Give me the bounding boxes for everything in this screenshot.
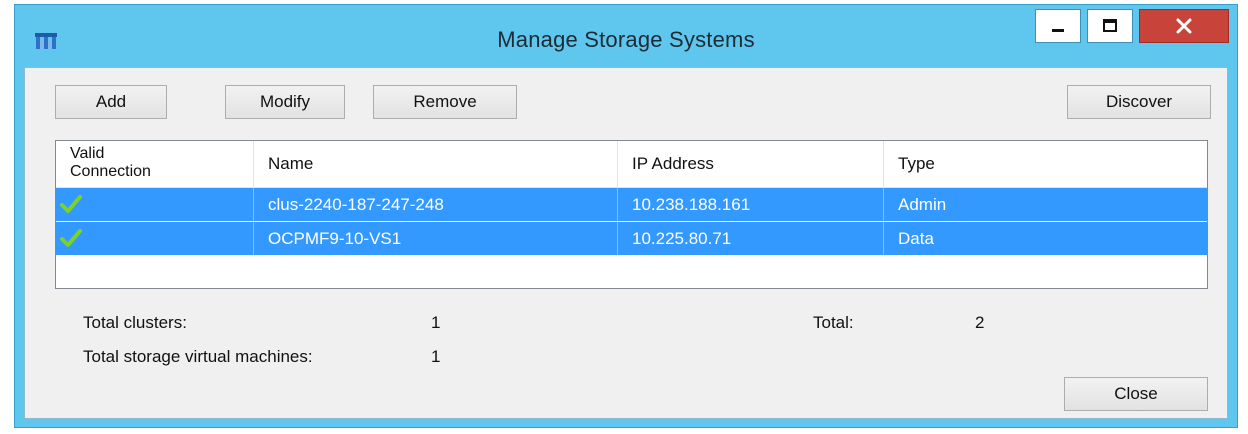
dialog-body: Add Modify Remove Discover Valid Connect… <box>24 67 1228 419</box>
discover-button[interactable]: Discover <box>1067 85 1211 119</box>
column-header-name-label: Name <box>268 154 314 173</box>
close-button[interactable]: Close <box>1064 377 1208 411</box>
total-clusters-label: Total clusters: <box>83 313 187 332</box>
valid-connection-cell <box>56 222 254 255</box>
total-label: Total: <box>813 313 854 332</box>
add-button[interactable]: Add <box>55 85 167 119</box>
total-svms-value: 1 <box>431 347 441 366</box>
total-svms-label: Total storage virtual machines: <box>83 347 313 366</box>
remove-button[interactable]: Remove <box>373 85 517 119</box>
ip-address-cell: 10.225.80.71 <box>618 222 884 255</box>
title-bar[interactable]: Manage Storage Systems <box>15 5 1237 67</box>
column-header-valid-line2: Connection <box>70 163 151 180</box>
minimize-button[interactable] <box>1035 9 1081 43</box>
type-cell: Data <box>898 229 934 248</box>
column-header-type[interactable]: Type <box>884 141 1207 187</box>
name-cell: OCPMF9-10-VS1 <box>254 222 618 255</box>
name-cell: clus-2240-187-247-248 <box>254 188 618 221</box>
close-icon <box>1176 18 1192 34</box>
minimize-icon <box>1052 29 1064 32</box>
modify-button[interactable]: Modify <box>225 85 345 119</box>
close-window-button[interactable] <box>1139 9 1229 43</box>
table-row[interactable]: clus-2240-187-247-248 10.238.188.161 Adm… <box>56 188 1207 221</box>
column-header-name[interactable]: Name <box>254 141 618 187</box>
column-header-ip-address[interactable]: IP Address <box>618 141 884 187</box>
column-header-valid-connection[interactable]: Valid Connection <box>56 141 254 187</box>
check-icon <box>60 229 82 247</box>
table-row[interactable]: OCPMF9-10-VS1 10.225.80.71 Data <box>56 222 1207 255</box>
column-header-valid-line1: Valid <box>70 145 105 162</box>
column-header-ip-label: IP Address <box>632 154 714 173</box>
valid-connection-cell <box>56 188 254 221</box>
total-value: 2 <box>975 313 985 332</box>
check-icon <box>60 195 82 213</box>
total-clusters-value: 1 <box>431 313 441 332</box>
storage-systems-table[interactable]: Valid Connection Name IP Address Type cl… <box>55 140 1208 289</box>
maximize-icon <box>1103 19 1117 32</box>
ip-address-cell: 10.238.188.161 <box>618 188 884 221</box>
manage-storage-systems-window: Manage Storage Systems Add Modify Remove… <box>14 4 1238 428</box>
column-header-type-label: Type <box>898 154 935 173</box>
table-header: Valid Connection Name IP Address Type <box>56 141 1207 188</box>
maximize-button[interactable] <box>1087 9 1133 43</box>
type-cell: Admin <box>898 195 947 214</box>
